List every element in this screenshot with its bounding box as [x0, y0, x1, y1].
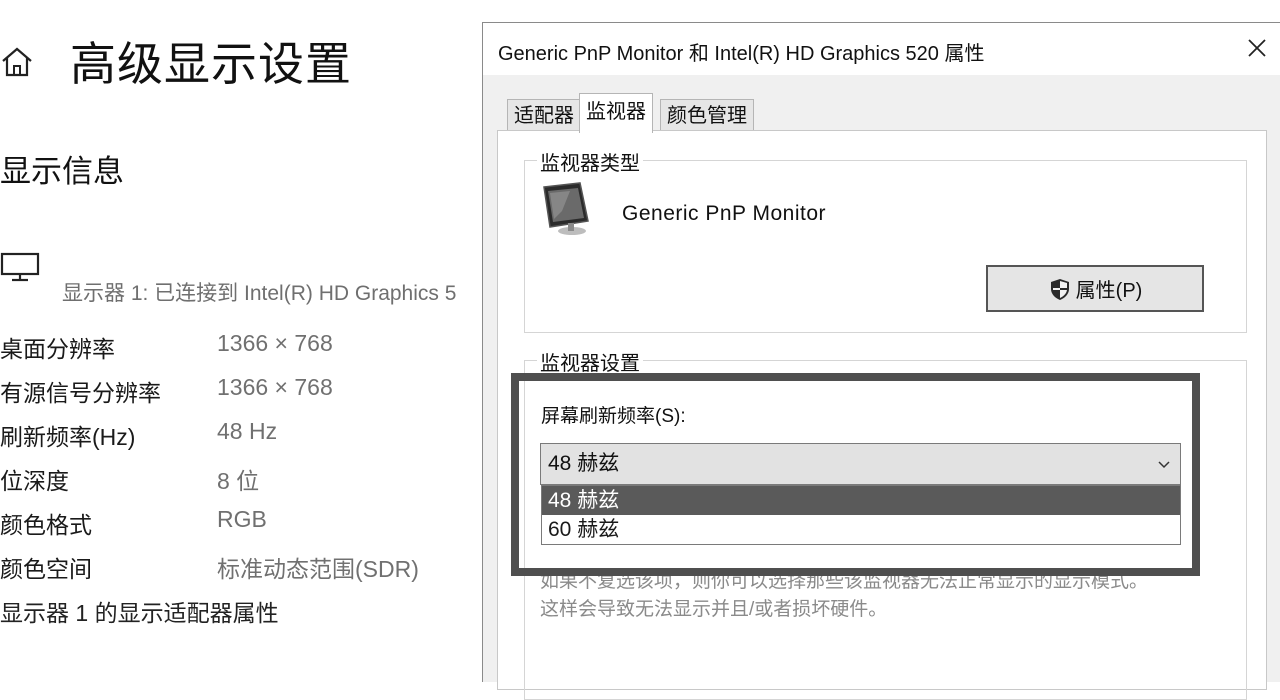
- monitor-type-group: 监视器类型 Generic PnP Monitor 属性(P): [524, 147, 1247, 333]
- home-icon[interactable]: [0, 44, 34, 80]
- monitor-name: Generic PnP Monitor: [622, 202, 827, 225]
- tab-adapter[interactable]: 适配器: [507, 99, 581, 131]
- refresh-rate-select[interactable]: 48 赫兹: [540, 443, 1181, 485]
- warning-text-line1: 如果不复选该项，则你可以选择那些该监视器无法正常显示的显示模式。: [540, 571, 1149, 592]
- info-label-color-format: 颜色格式: [0, 512, 92, 538]
- tab-color-management[interactable]: 颜色管理: [660, 99, 754, 131]
- monitor-properties-button[interactable]: 属性(P): [986, 265, 1204, 312]
- monitor-icon: [0, 252, 40, 282]
- info-value-color-space: 标准动态范围(SDR): [217, 556, 419, 582]
- chevron-down-icon: [1158, 461, 1170, 469]
- shield-icon: [1050, 278, 1069, 300]
- monitor-settings-label: 监视器设置: [537, 347, 643, 376]
- refresh-rate-label: 屏幕刷新频率(S):: [541, 406, 686, 427]
- info-label-color-space: 颜色空间: [0, 556, 92, 582]
- info-value-bit-depth: 8 位: [217, 468, 260, 494]
- refresh-option-48[interactable]: 48 赫兹: [542, 486, 1180, 515]
- monitor-type-label: 监视器类型: [537, 147, 643, 176]
- close-icon[interactable]: [1244, 35, 1270, 61]
- info-label-desktop-resolution: 桌面分辨率: [0, 336, 115, 362]
- dialog-titlebar[interactable]: Generic PnP Monitor 和 Intel(R) HD Graphi…: [483, 23, 1280, 75]
- properties-button-label: 属性(P): [1075, 280, 1143, 302]
- info-value-refresh-rate: 48 Hz: [217, 418, 278, 444]
- refresh-rate-selected-value: 48 赫兹: [548, 452, 620, 475]
- info-label-refresh-rate: 刷新频率(Hz): [0, 424, 136, 450]
- info-value-color-format: RGB: [217, 506, 267, 532]
- info-value-desktop-resolution: 1366 × 768: [217, 330, 333, 356]
- display-connection-text: 显示器 1: 已连接到 Intel(R) HD Graphics 5: [62, 282, 457, 305]
- refresh-rate-dropdown-list: 48 赫兹 60 赫兹: [541, 485, 1181, 545]
- info-value-active-signal-resolution: 1366 × 768: [217, 374, 333, 400]
- warning-text-line2: 这样会导致无法显示并且/或者损坏硬件。: [540, 599, 888, 620]
- monitor-image-icon: [543, 182, 589, 235]
- page-title: 高级显示设置: [70, 38, 352, 90]
- dialog-title: Generic PnP Monitor 和 Intel(R) HD Graphi…: [498, 43, 985, 65]
- info-label-bit-depth: 位深度: [0, 468, 69, 494]
- tab-monitor[interactable]: 监视器: [579, 93, 653, 133]
- info-label-active-signal-resolution: 有源信号分辨率: [0, 380, 161, 406]
- adapter-properties-link[interactable]: 显示器 1 的显示适配器属性: [0, 594, 279, 628]
- refresh-option-60[interactable]: 60 赫兹: [542, 515, 1180, 544]
- section-title: 显示信息: [0, 154, 124, 189]
